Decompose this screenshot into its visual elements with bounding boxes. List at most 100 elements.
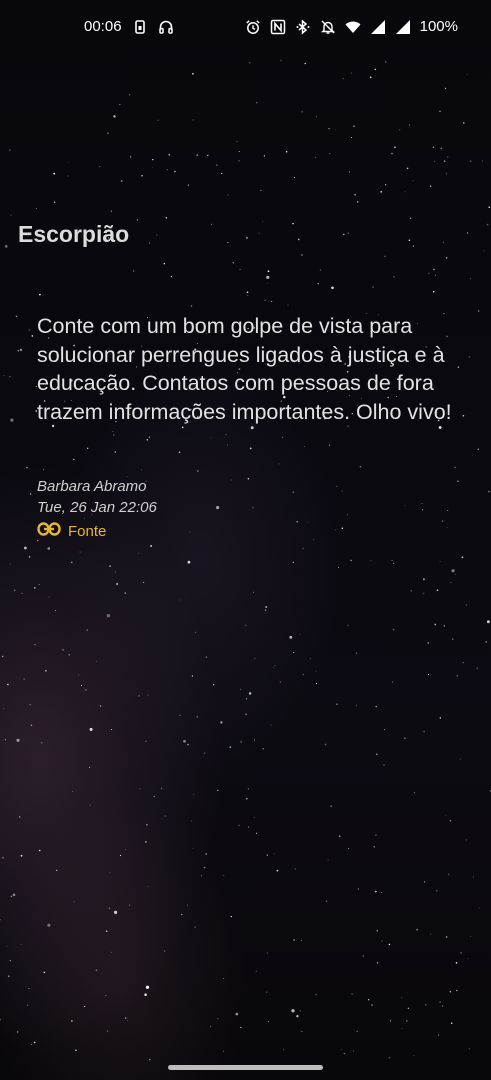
navigation-handle[interactable] bbox=[168, 1065, 323, 1070]
star bbox=[299, 1010, 301, 1012]
star bbox=[232, 261, 235, 264]
star bbox=[392, 628, 395, 631]
star bbox=[105, 930, 108, 933]
star bbox=[10, 418, 14, 422]
star bbox=[451, 569, 455, 573]
star bbox=[41, 742, 43, 744]
star bbox=[351, 72, 353, 74]
star bbox=[292, 222, 294, 225]
star bbox=[133, 270, 135, 272]
star bbox=[334, 129, 336, 130]
star bbox=[330, 805, 332, 807]
star bbox=[447, 509, 449, 512]
star bbox=[408, 124, 410, 126]
star bbox=[62, 649, 64, 651]
star bbox=[253, 817, 255, 818]
star bbox=[223, 875, 225, 877]
star bbox=[307, 522, 309, 523]
star bbox=[448, 873, 450, 875]
star bbox=[191, 675, 194, 677]
star bbox=[324, 743, 327, 746]
star bbox=[404, 504, 406, 506]
star bbox=[421, 509, 424, 511]
star bbox=[427, 642, 429, 644]
star bbox=[445, 173, 448, 175]
star bbox=[187, 184, 190, 186]
star bbox=[467, 232, 469, 234]
star bbox=[37, 539, 39, 542]
star bbox=[331, 286, 334, 290]
source-link[interactable]: Fonte bbox=[37, 522, 106, 540]
star bbox=[372, 286, 374, 288]
star bbox=[301, 254, 303, 256]
star bbox=[391, 559, 393, 561]
star bbox=[148, 436, 151, 439]
star bbox=[445, 815, 447, 817]
starfield-background bbox=[0, 59, 491, 1061]
star bbox=[138, 695, 140, 697]
star bbox=[384, 255, 386, 258]
screen: 00:06 100% Escorpião Conte com um bom go… bbox=[0, 0, 491, 1080]
star bbox=[347, 624, 349, 626]
star bbox=[455, 962, 458, 964]
star bbox=[428, 272, 430, 274]
star bbox=[486, 620, 490, 624]
star bbox=[223, 1050, 225, 1052]
star bbox=[220, 721, 223, 724]
star bbox=[246, 291, 249, 294]
star bbox=[105, 995, 107, 997]
star bbox=[375, 705, 377, 708]
star bbox=[441, 520, 444, 522]
star bbox=[355, 704, 357, 706]
star bbox=[376, 753, 378, 755]
star bbox=[434, 623, 437, 626]
star bbox=[369, 76, 372, 79]
star bbox=[273, 853, 275, 855]
star bbox=[439, 717, 442, 719]
star bbox=[438, 426, 442, 429]
bluetooth-icon bbox=[295, 18, 311, 35]
star bbox=[26, 467, 28, 469]
star bbox=[146, 439, 149, 441]
star bbox=[285, 150, 288, 153]
star bbox=[156, 234, 158, 236]
star bbox=[95, 661, 97, 663]
star bbox=[240, 741, 242, 743]
star bbox=[401, 997, 403, 999]
star bbox=[230, 916, 232, 918]
star bbox=[362, 955, 364, 957]
star bbox=[274, 665, 276, 667]
star bbox=[238, 150, 240, 153]
star bbox=[253, 739, 255, 741]
star bbox=[227, 242, 229, 244]
star bbox=[45, 669, 47, 672]
star bbox=[356, 201, 359, 203]
star bbox=[255, 101, 258, 104]
star bbox=[19, 348, 23, 352]
star bbox=[383, 764, 385, 766]
star bbox=[252, 506, 254, 509]
star bbox=[299, 633, 301, 635]
star bbox=[273, 667, 275, 669]
star bbox=[296, 1015, 299, 1018]
star bbox=[302, 547, 304, 549]
star bbox=[67, 175, 69, 177]
star bbox=[16, 1031, 19, 1033]
star bbox=[55, 610, 56, 611]
star bbox=[4, 244, 8, 248]
star bbox=[432, 290, 435, 293]
star bbox=[20, 944, 22, 945]
star bbox=[144, 993, 147, 996]
star bbox=[153, 795, 155, 798]
star bbox=[10, 895, 13, 898]
star bbox=[141, 469, 142, 471]
star bbox=[477, 310, 480, 312]
star bbox=[217, 789, 219, 791]
star bbox=[189, 531, 191, 533]
star bbox=[78, 674, 79, 676]
star bbox=[19, 816, 21, 818]
star bbox=[165, 217, 168, 219]
star bbox=[443, 160, 446, 162]
author-name: Barbara Abramo bbox=[37, 478, 147, 495]
star bbox=[439, 560, 441, 563]
